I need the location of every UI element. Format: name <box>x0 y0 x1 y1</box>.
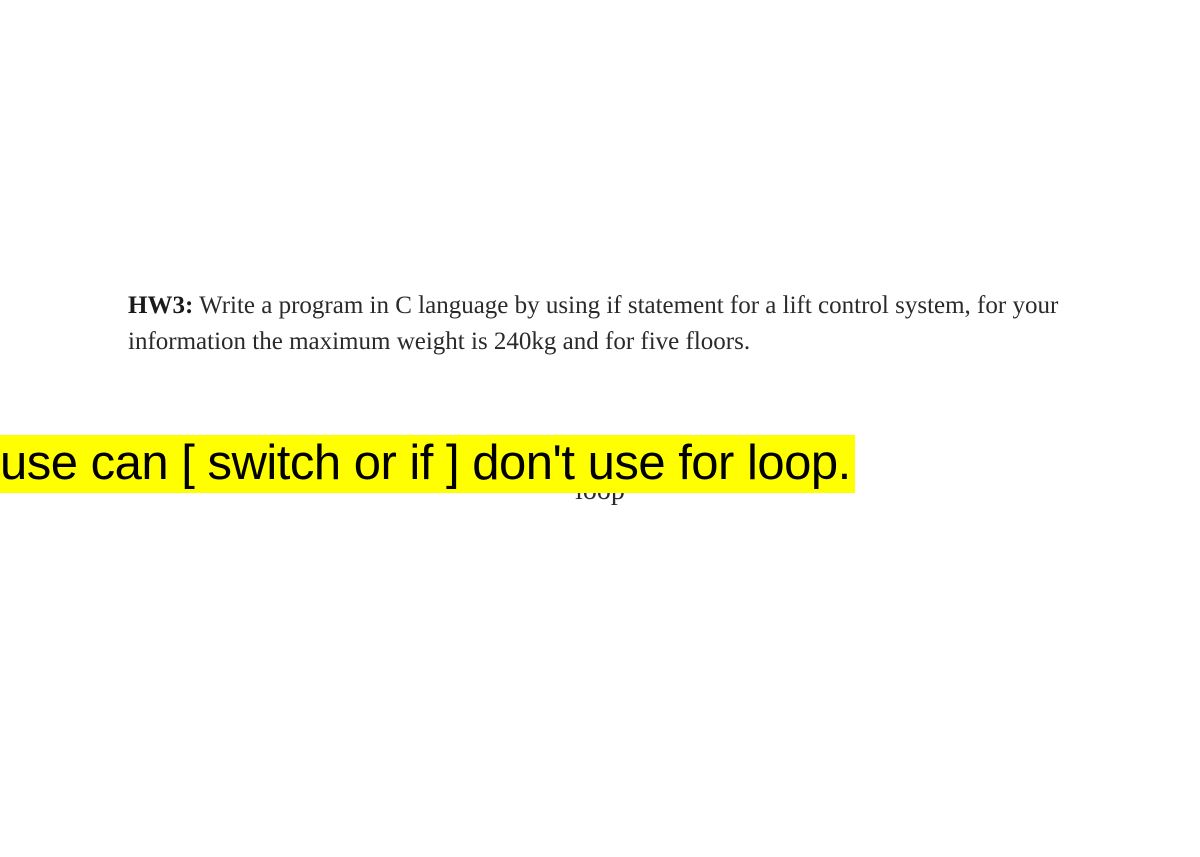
question-label: HW3: <box>128 292 193 319</box>
highlighted-instruction: use can [ switch or if ] don't use for l… <box>0 435 855 493</box>
highlight-annotation: loop use can [ switch or if ] don't use … <box>0 435 1200 493</box>
question-text: Write a program in C language by using i… <box>128 292 1058 355</box>
homework-question: HW3: Write a program in C language by us… <box>128 288 1088 361</box>
